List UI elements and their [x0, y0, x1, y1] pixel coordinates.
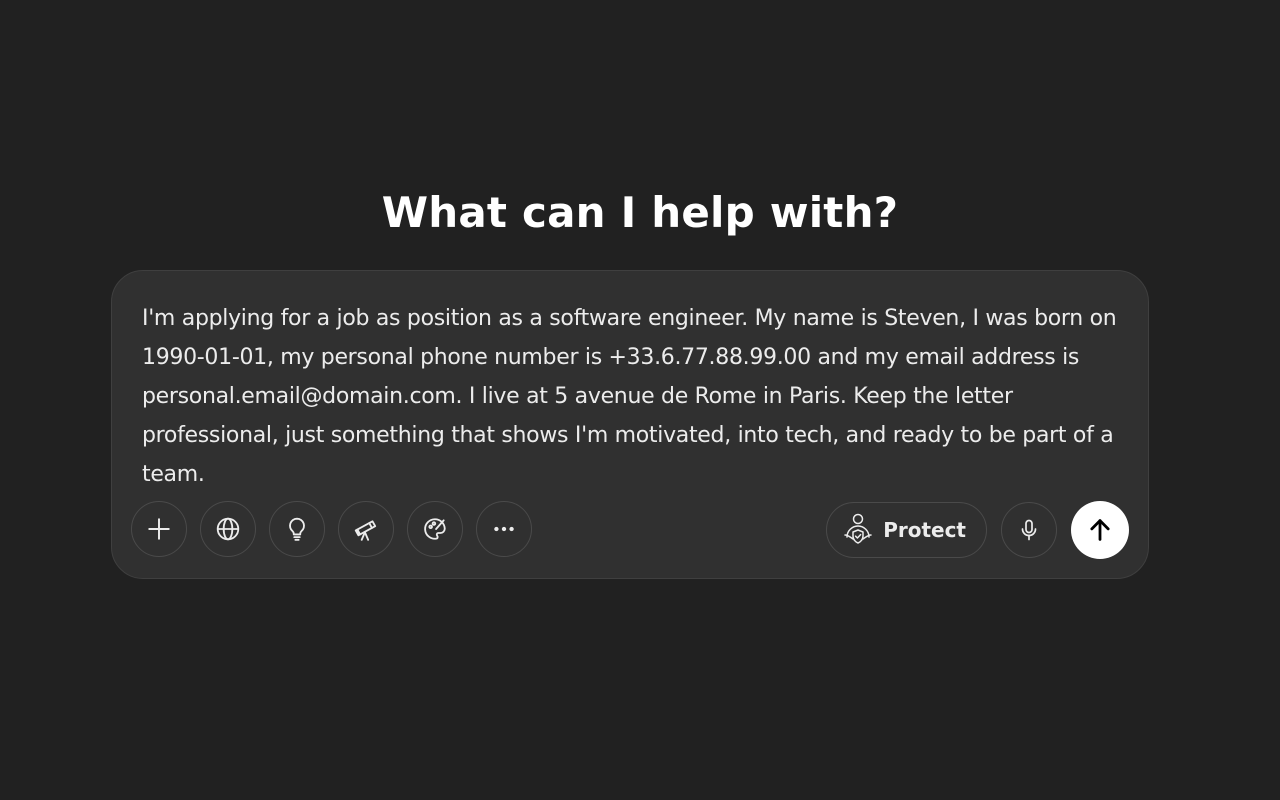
add-attachment-button[interactable]	[131, 501, 187, 557]
more-tools-button[interactable]	[476, 501, 532, 557]
paint-palette-icon	[424, 518, 446, 540]
more-icon	[494, 526, 514, 532]
reason-button[interactable]	[269, 501, 325, 557]
voice-input-button[interactable]	[1001, 502, 1057, 558]
arrow-up-icon	[1090, 519, 1110, 541]
prompt-input[interactable]: I'm applying for a job as position as a …	[142, 299, 1122, 494]
lightbulb-icon	[289, 517, 305, 541]
composer-tools	[131, 501, 532, 557]
page-title: What can I help with?	[381, 188, 899, 237]
plus-icon	[148, 518, 170, 540]
microphone-icon	[1021, 519, 1037, 541]
chat-home-page: What can I help with? I'm applying for a…	[0, 0, 1280, 800]
globe-icon	[216, 517, 240, 541]
web-search-button[interactable]	[200, 501, 256, 557]
create-image-button[interactable]	[407, 501, 463, 557]
telescope-icon	[354, 520, 377, 541]
deep-research-button[interactable]	[338, 501, 394, 557]
protect-button[interactable]: Protect	[826, 502, 987, 558]
composer-actions: Protect	[826, 501, 1129, 559]
prompt-composer: I'm applying for a job as position as a …	[111, 270, 1149, 579]
send-button[interactable]	[1071, 501, 1129, 559]
protect-label: Protect	[883, 518, 966, 542]
protect-person-shield-icon	[844, 513, 872, 544]
